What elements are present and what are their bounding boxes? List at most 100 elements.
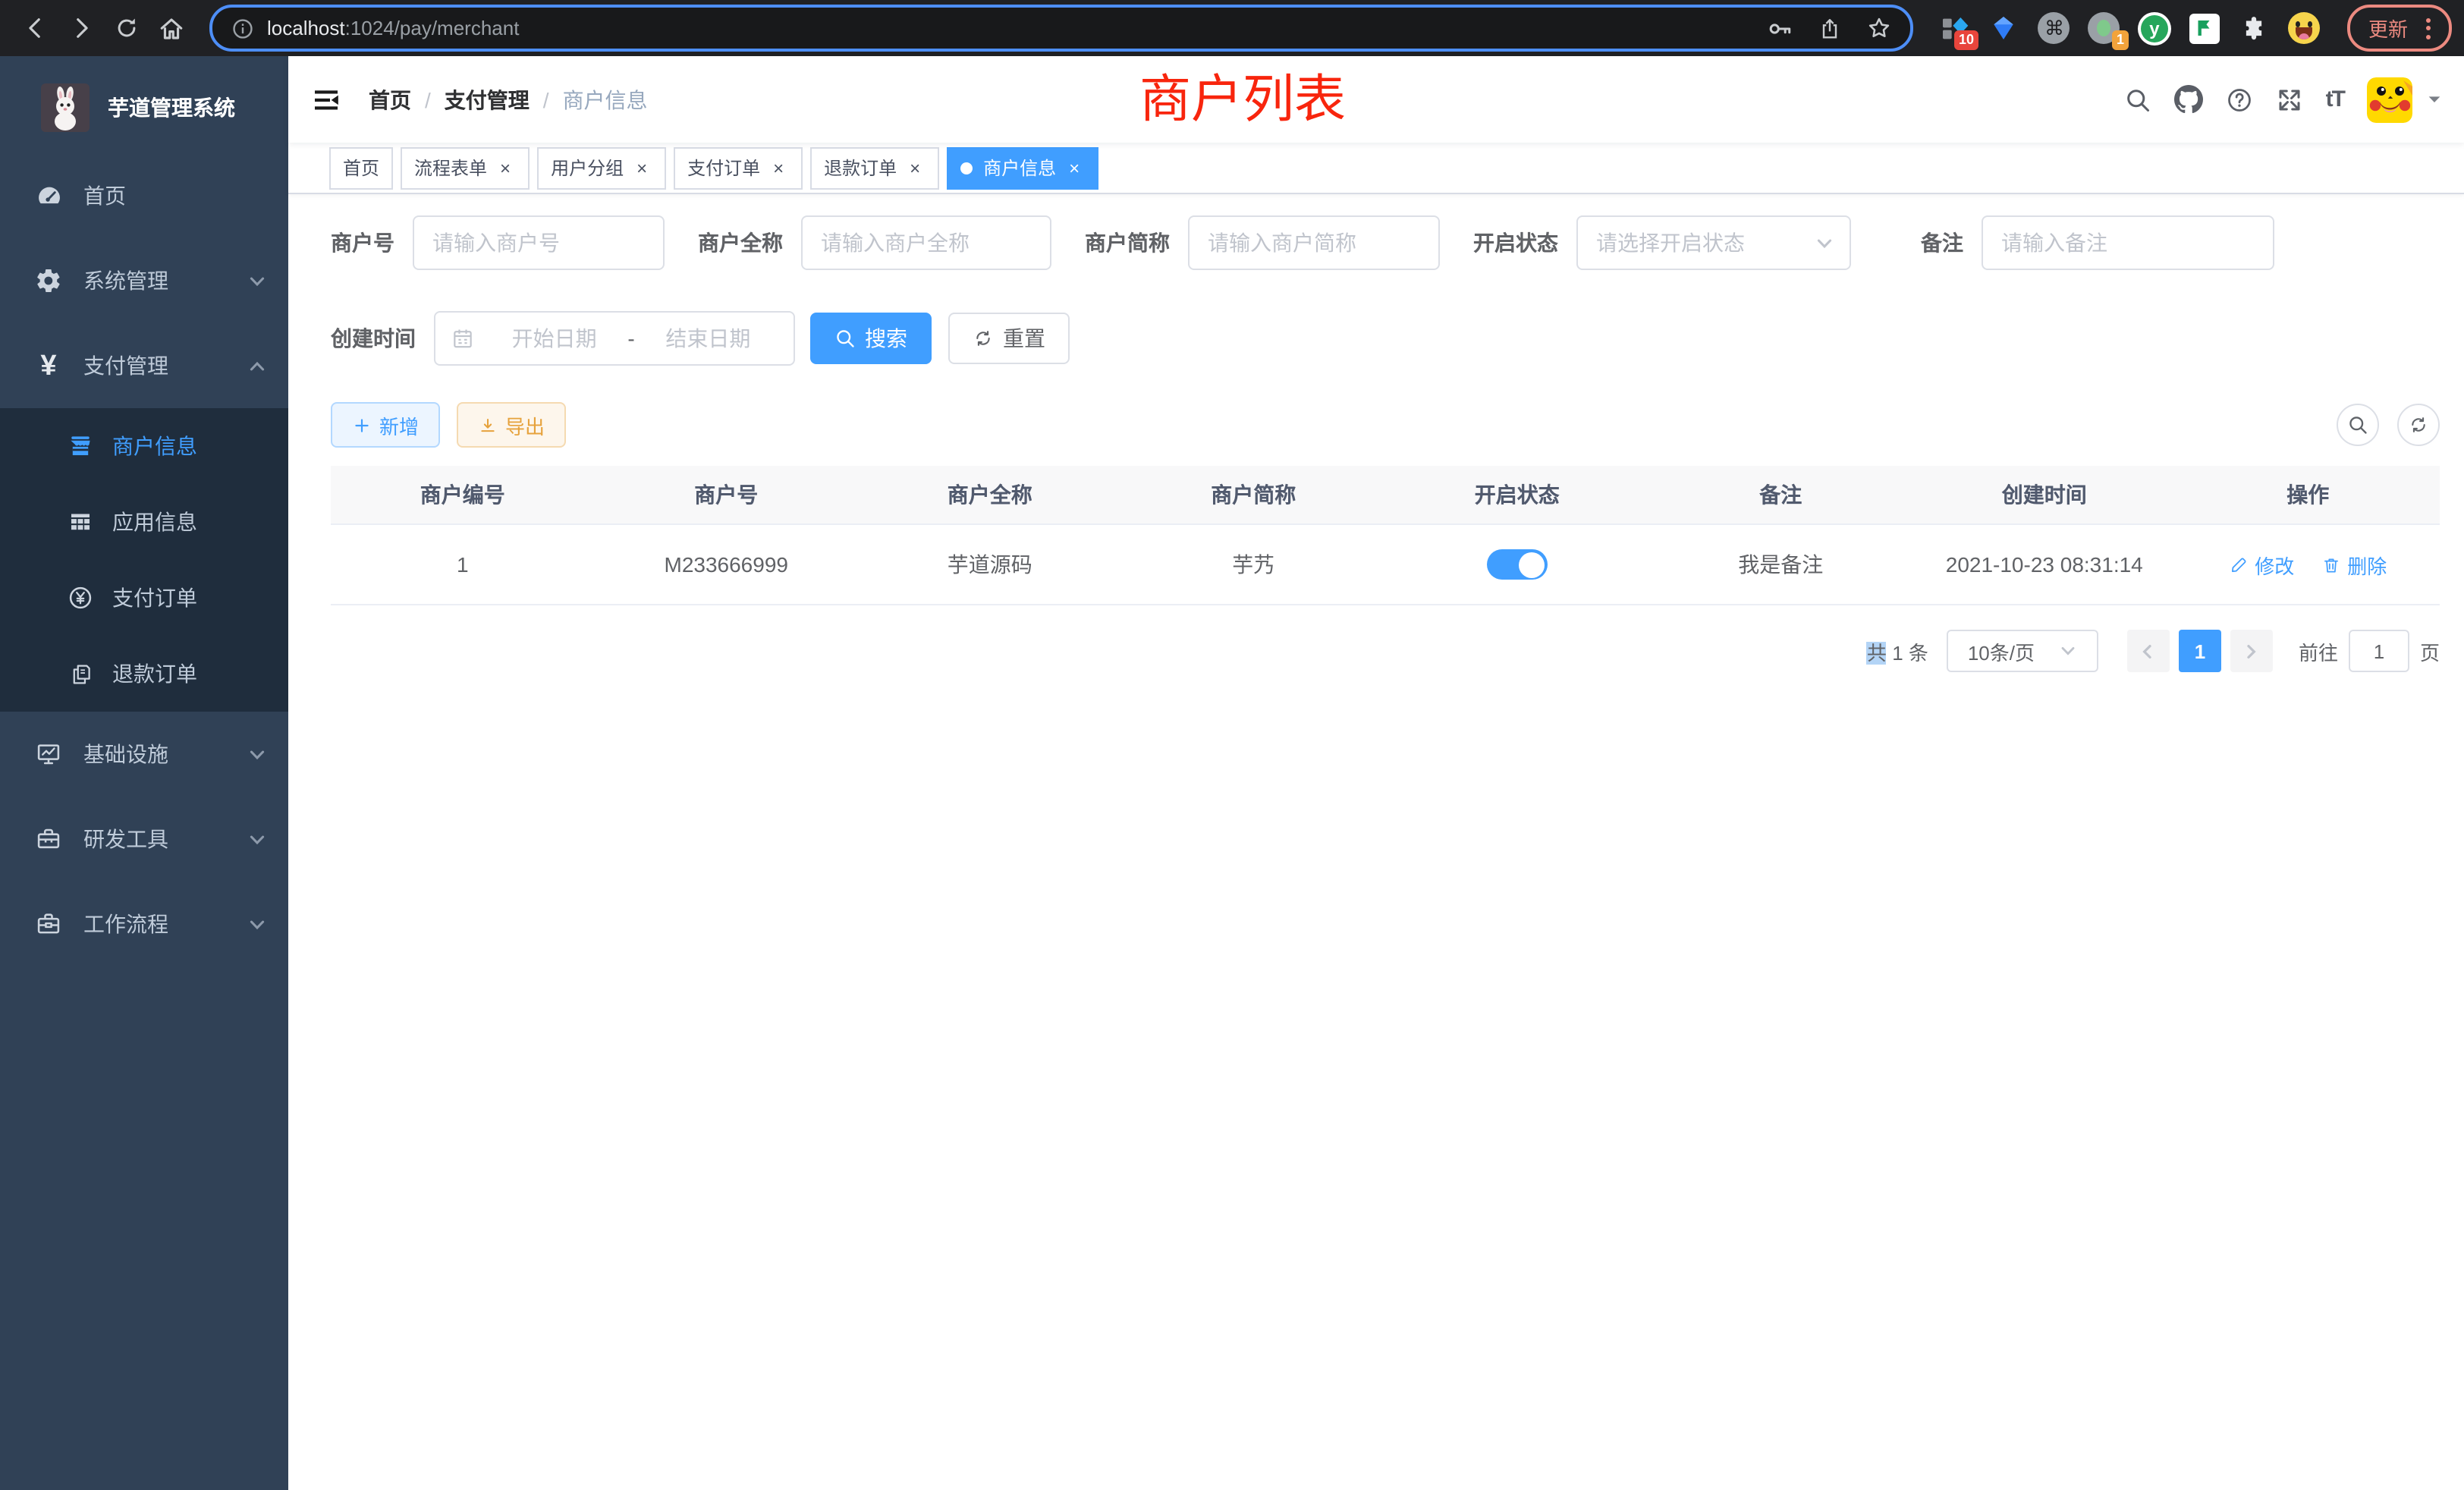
app-logo[interactable]: 芋道管理系统 [0, 56, 288, 147]
sidebar-item-app-info[interactable]: 应用信息 [0, 484, 288, 560]
browser-menu-icon[interactable] [2426, 17, 2431, 39]
avatar-caret-icon[interactable] [2426, 91, 2443, 108]
date-separator: - [624, 326, 637, 350]
sidebar-item-system[interactable]: 系统管理 [0, 238, 288, 323]
remark-input[interactable] [1982, 215, 2274, 270]
reset-button[interactable]: 重置 [948, 313, 1070, 364]
short-name-input[interactable] [1188, 215, 1440, 270]
merchant-no-input[interactable] [413, 215, 665, 270]
extensions-puzzle-icon[interactable] [2238, 11, 2271, 45]
close-icon[interactable]: × [631, 157, 652, 178]
cell-actions: 修改 删除 [2176, 524, 2440, 605]
fullscreen-icon[interactable] [2276, 86, 2303, 113]
tab-pay-order[interactable]: 支付订单× [674, 146, 803, 189]
tab-merchant-info[interactable]: 商户信息× [947, 146, 1098, 189]
browser-home-button[interactable] [149, 5, 194, 51]
refresh-table-button[interactable] [2397, 404, 2440, 446]
chevron-down-icon [247, 271, 267, 291]
download-icon [478, 415, 498, 435]
browser-back-button[interactable] [12, 5, 58, 51]
tab-process-form[interactable]: 流程表单× [401, 146, 530, 189]
font-size-icon[interactable]: tT [2326, 86, 2344, 112]
breadcrumb-separator: / [425, 87, 431, 112]
extension-notify-icon[interactable]: 1 [2088, 11, 2121, 45]
prev-page-button[interactable] [2127, 630, 2170, 672]
sidebar-fold-icon[interactable] [311, 84, 341, 115]
cell-merchant-no: M233666999 [595, 524, 859, 605]
browser-reload-button[interactable] [103, 5, 149, 51]
close-icon[interactable]: × [768, 157, 789, 178]
edit-link[interactable]: 修改 [2229, 550, 2294, 579]
total-count: 1 [1892, 641, 1903, 664]
close-icon[interactable]: × [904, 157, 926, 178]
extension-y-icon[interactable]: y [2138, 11, 2171, 45]
search-button[interactable]: 搜索 [810, 313, 932, 364]
cell-short-name: 芋艿 [1122, 524, 1386, 605]
status-label: 开启状态 [1473, 228, 1558, 258]
show-search-button[interactable] [2337, 404, 2379, 446]
delete-link[interactable]: 删除 [2321, 550, 2387, 579]
browser-update-button[interactable]: 更新 [2347, 5, 2452, 52]
url-text: localhost:1024/pay/merchant [267, 17, 519, 39]
browser-extensions: 10 ⌘ 1 y 更新 [1938, 5, 2452, 52]
address-bar[interactable]: localhost:1024/pay/merchant [209, 5, 1913, 52]
table-header: 商户编号 商户号 商户全称 商户简称 开启状态 备注 创建时间 操作 [331, 466, 2440, 524]
extension-tag-manager-icon[interactable]: 10 [1938, 11, 1971, 45]
help-icon[interactable] [2226, 86, 2253, 113]
payment-submenu: 商户信息 应用信息 支付订单 退款订单 [0, 408, 288, 712]
breadcrumb-payment[interactable]: 支付管理 [445, 84, 530, 115]
filter-merchant-no: 商户号 [331, 215, 665, 270]
sidebar-item-refund-order[interactable]: 退款订单 [0, 636, 288, 712]
col-create-time: 创建时间 [1912, 466, 2176, 524]
sidebar-item-dev-tools[interactable]: 研发工具 [0, 797, 288, 882]
date-end-placeholder: 结束日期 [638, 323, 778, 354]
navbar: 首页 / 支付管理 / 商户信息 商户列表 tT [288, 56, 2464, 143]
close-icon[interactable]: × [1064, 157, 1085, 178]
tab-home[interactable]: 首页 [329, 146, 393, 189]
breadcrumb: 首页 / 支付管理 / 商户信息 [369, 84, 648, 115]
avatar[interactable] [2367, 77, 2412, 122]
chevron-down-icon [247, 744, 267, 764]
site-info-icon[interactable] [231, 16, 255, 40]
breadcrumb-home[interactable]: 首页 [369, 84, 411, 115]
sidebar-item-merchant-info[interactable]: 商户信息 [0, 408, 288, 484]
export-button[interactable]: 导出 [457, 402, 566, 448]
merchant-table: 商户编号 商户号 商户全称 商户简称 开启状态 备注 创建时间 操作 1 [331, 466, 2440, 605]
full-name-label: 商户全称 [698, 228, 783, 258]
share-icon[interactable] [1818, 16, 1842, 40]
page-1-button[interactable]: 1 [2179, 630, 2221, 672]
sidebar-item-pay-order[interactable]: 支付订单 [0, 560, 288, 636]
next-page-button[interactable] [2230, 630, 2273, 672]
active-dot [960, 162, 973, 174]
chevron-down-icon [2059, 642, 2077, 660]
full-name-input[interactable] [801, 215, 1051, 270]
sidebar-item-workflow[interactable]: 工作流程 [0, 882, 288, 967]
key-icon[interactable] [1766, 14, 1793, 42]
github-icon[interactable] [2174, 85, 2203, 114]
status-select[interactable]: 请选择开启状态 [1576, 215, 1851, 270]
extension-command-icon[interactable]: ⌘ [2038, 11, 2071, 45]
tab-user-group[interactable]: 用户分组× [537, 146, 666, 189]
shop-icon [64, 429, 97, 463]
browser-forward-button[interactable] [58, 5, 103, 51]
date-start-placeholder: 开始日期 [484, 323, 624, 354]
tab-refund-order[interactable]: 退款订单× [810, 146, 939, 189]
sidebar-item-home[interactable]: 首页 [0, 153, 288, 238]
sidebar: 芋道管理系统 首页 系统管理 ¥ 支付管理 [0, 56, 288, 1490]
sidebar-item-payment[interactable]: ¥ 支付管理 [0, 323, 288, 408]
goto-page-input[interactable] [2349, 630, 2409, 672]
extension-emoji-icon[interactable] [2288, 11, 2321, 45]
close-icon[interactable]: × [495, 157, 516, 178]
date-range-picker[interactable]: 开始日期 - 结束日期 [434, 311, 795, 366]
extension-gem-icon[interactable] [1988, 11, 2021, 45]
total-prefix: 共 [1867, 641, 1887, 664]
sidebar-item-infrastructure[interactable]: 基础设施 [0, 712, 288, 797]
url-path: :1024/pay/merchant [345, 17, 520, 39]
status-toggle[interactable] [1487, 549, 1548, 580]
page-size-select[interactable]: 10条/页 [1947, 630, 2098, 672]
bookmark-star-icon[interactable] [1866, 15, 1892, 41]
cell-status [1385, 524, 1649, 605]
add-button[interactable]: 新增 [331, 402, 440, 448]
search-icon[interactable] [2124, 86, 2151, 113]
extension-keep-icon[interactable] [2188, 11, 2221, 45]
